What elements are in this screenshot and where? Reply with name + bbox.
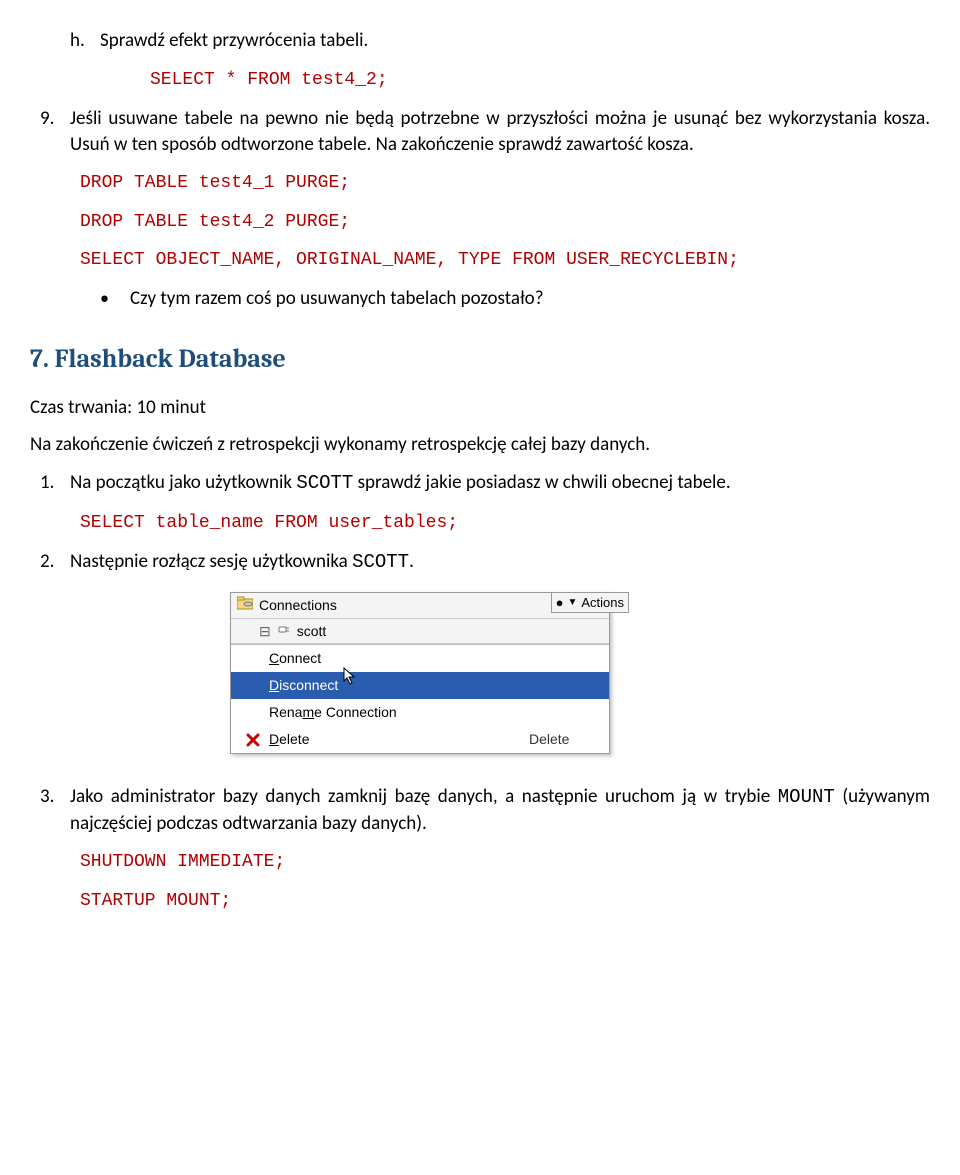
marker-1: 1. (30, 470, 70, 497)
text-2-after: . (409, 550, 414, 573)
text-1: Na początku jako użytkownik SCOTT sprawd… (70, 470, 930, 497)
marker-9: 9. (30, 106, 70, 157)
code-3a: SHUTDOWN IMMEDIATE; (80, 850, 930, 874)
menu-item-rename[interactable]: Rename Connection (231, 699, 609, 726)
code-1: SELECT table_name FROM user_tables; (80, 511, 930, 535)
actions-dropdown[interactable]: ● ▼ Actions (551, 592, 629, 614)
code-3b: STARTUP MOUNT; (80, 889, 930, 913)
menu-disconnect-label: Disconnect (265, 676, 529, 695)
bullet-9-text: Czy tym razem coś po usuwanych tabelach … (130, 286, 930, 312)
text-2-mono: SCOTT (352, 551, 409, 573)
menu-connect-label: Connect (265, 649, 529, 668)
bullet-9: • Czy tym razem coś po usuwanych tabelac… (100, 286, 930, 312)
bullet-dot-icon: • (100, 286, 130, 312)
duration-text: Czas trwania: 10 minut (30, 395, 930, 421)
code-9b: DROP TABLE test4_2 PURGE; (80, 210, 930, 234)
menu-delete-label: Delete (265, 730, 529, 749)
tree-root-label: Connections (259, 596, 337, 615)
code-9c: SELECT OBJECT_NAME, ORIGINAL_NAME, TYPE … (80, 248, 930, 272)
chevron-down-icon: ▼ (567, 596, 577, 610)
menu-rename-label: Rename Connection (265, 703, 529, 722)
text-3-before: Jako administrator bazy danych zamknij b… (70, 785, 778, 808)
tree-expand-icon: ⊟ (259, 622, 271, 641)
text-3-mono: MOUNT (778, 786, 835, 808)
context-menu-screenshot: ● ▼ Actions Connections ⊟ scott Connect (230, 592, 610, 754)
delete-x-icon (241, 733, 265, 747)
list-item-1: 1. Na początku jako użytkownik SCOTT spr… (30, 470, 930, 497)
actions-label: Actions (581, 594, 624, 612)
text-1-mono: SCOTT (296, 472, 353, 494)
list-item-2: 2. Następnie rozłącz sesję użytkownika S… (30, 549, 930, 576)
tree-node-scott[interactable]: ⊟ scott (231, 619, 609, 645)
text-2: Następnie rozłącz sesję użytkownika SCOT… (70, 549, 930, 576)
list-item-h: h. Sprawdź efekt przywrócenia tabeli. (30, 28, 930, 54)
bullet-icon: ● (556, 594, 564, 612)
database-folder-icon (237, 596, 253, 615)
tree-node-label: scott (297, 622, 327, 641)
code-h: SELECT * FROM test4_2; (150, 68, 930, 92)
text-1-before: Na początku jako użytkownik (70, 471, 296, 494)
marker-2: 2. (30, 549, 70, 576)
text-h: Sprawdź efekt przywrócenia tabeli. (100, 28, 930, 54)
menu-item-connect[interactable]: Connect (231, 645, 609, 672)
marker-h: h. (30, 28, 100, 54)
intro-text: Na zakończenie ćwiczeń z retrospekcji wy… (30, 432, 930, 458)
menu-delete-shortcut: Delete (529, 730, 599, 749)
marker-3: 3. (30, 784, 70, 836)
text-2-before: Następnie rozłącz sesję użytkownika (70, 550, 352, 573)
list-item-3: 3. Jako administrator bazy danych zamkni… (30, 784, 930, 836)
section-heading-7: 7. Flashback Database (30, 342, 930, 377)
plug-icon (277, 622, 291, 641)
code-9a: DROP TABLE test4_1 PURGE; (80, 171, 930, 195)
list-item-9: 9. Jeśli usuwane tabele na pewno nie będ… (30, 106, 930, 157)
menu-item-disconnect[interactable]: Disconnect (231, 672, 609, 699)
menu-item-delete[interactable]: Delete Delete (231, 726, 609, 753)
text-3: Jako administrator bazy danych zamknij b… (70, 784, 930, 836)
text-1-after: sprawdź jakie posiadasz w chwili obecnej… (353, 471, 730, 494)
text-9: Jeśli usuwane tabele na pewno nie będą p… (70, 106, 930, 157)
